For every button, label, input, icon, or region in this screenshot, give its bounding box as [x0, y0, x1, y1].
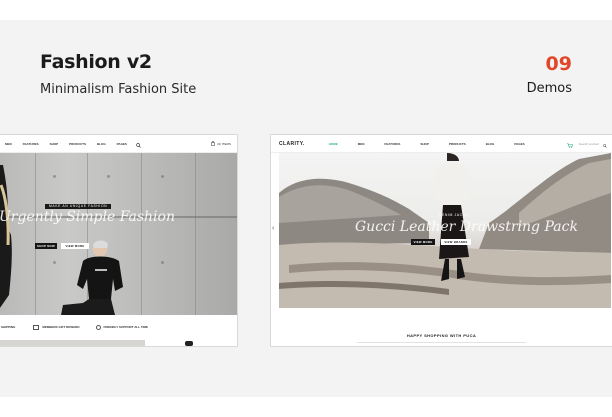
- shop-now-button[interactable]: SHOP NOW: [35, 243, 57, 249]
- demo-count: 09: [545, 53, 572, 75]
- view-brands-button[interactable]: VIEW BRANDS: [441, 239, 471, 245]
- demo-right-nav-item[interactable]: SHOP: [420, 142, 429, 146]
- demo-right-nav-item[interactable]: PRODUCTS: [449, 142, 466, 146]
- hero-headline: Urgently Simple Fashion: [0, 209, 175, 225]
- tagline-rule: [357, 342, 526, 343]
- demo-count-label: Demos: [526, 81, 572, 96]
- demo-right-nav-item[interactable]: FEATURES: [384, 142, 400, 146]
- demo-left-nav-item[interactable]: PRODUCTS: [69, 142, 86, 146]
- demo-preview-left[interactable]: MEN FEATURES SHOP PRODUCTS BLOG PAGES (0…: [0, 134, 238, 347]
- demo-right-navbar: CLARITY. HOME MEN FEATURES SHOP PRODUCTS…: [271, 135, 612, 153]
- feature-label: FRIENDLY SUPPORT ALL TIME: [103, 325, 149, 329]
- search-icon[interactable]: [136, 135, 141, 153]
- demo-right-nav-item-home[interactable]: HOME: [329, 142, 338, 146]
- feature-label: MEMBERS GIFT REWARD: [42, 325, 80, 329]
- feature-support: FRIENDLY SUPPORT ALL TIME: [95, 324, 149, 330]
- next-section-figure: [185, 341, 193, 346]
- page-subtitle: Minimalism Fashion Site: [40, 82, 197, 97]
- hero-headline: Gucci Leather Drawstring Pack: [355, 219, 578, 235]
- next-section-strip: [0, 340, 145, 346]
- demo-left-nav-item[interactable]: FEATURES: [23, 142, 39, 146]
- model-left-edge: [0, 165, 12, 308]
- hero-subheading: DENIM JACKET: [439, 213, 472, 217]
- demo-left-navbar: MEN FEATURES SHOP PRODUCTS BLOG PAGES (0…: [0, 135, 237, 153]
- demo-right-nav-item[interactable]: BLOG: [486, 142, 495, 146]
- demo-left-nav-item[interactable]: SHOP: [50, 142, 59, 146]
- showcase-panel: Fashion v2 Minimalism Fashion Site 09 De…: [0, 20, 612, 397]
- features-row: SHIPPING MEMBERS GIFT REWARD FRIENDLY SU…: [0, 321, 237, 333]
- bag-icon: [211, 141, 216, 146]
- demo-right-hero: DENIM JACKET Gucci Leather Drawstring Pa…: [279, 153, 611, 308]
- demo-left-nav-item[interactable]: BLOG: [97, 142, 106, 146]
- slider-prev-arrow[interactable]: ‹: [272, 225, 274, 232]
- section-tagline: HAPPY SHOPPING WITH PUCA: [406, 333, 477, 338]
- view-more-button[interactable]: VIEW MORE: [411, 239, 435, 245]
- demo-right-nav-item[interactable]: MEN: [358, 142, 365, 146]
- page-title: Fashion v2: [40, 51, 152, 73]
- support-icon: [95, 324, 101, 330]
- feature-gift: MEMBERS GIFT REWARD: [33, 324, 80, 330]
- demo-left-hero: MAKE AN UNIQUE FASHION Urgently Simple F…: [0, 153, 237, 315]
- demo-left-nav-item[interactable]: PAGES: [117, 142, 127, 146]
- search-icon[interactable]: [603, 135, 607, 153]
- demo-left-nav-item[interactable]: MEN: [5, 142, 12, 146]
- cart-count: (0) Items: [217, 141, 231, 146]
- cart-link[interactable]: (0) Items: [211, 141, 231, 146]
- cart-icon[interactable]: [566, 135, 573, 153]
- feature-label: SHIPPING: [1, 325, 16, 329]
- feature-shipping: SHIPPING: [1, 325, 15, 329]
- demo-right-nav-item[interactable]: PAGES: [514, 142, 524, 146]
- demo-preview-right[interactable]: CLARITY. HOME MEN FEATURES SHOP PRODUCTS…: [270, 134, 612, 347]
- search-input[interactable]: Search product: [579, 142, 599, 146]
- gift-icon: [33, 324, 40, 330]
- site-logo[interactable]: CLARITY.: [279, 141, 305, 147]
- model-seated: [61, 240, 123, 315]
- view-more-button[interactable]: VIEW MORE: [61, 243, 89, 249]
